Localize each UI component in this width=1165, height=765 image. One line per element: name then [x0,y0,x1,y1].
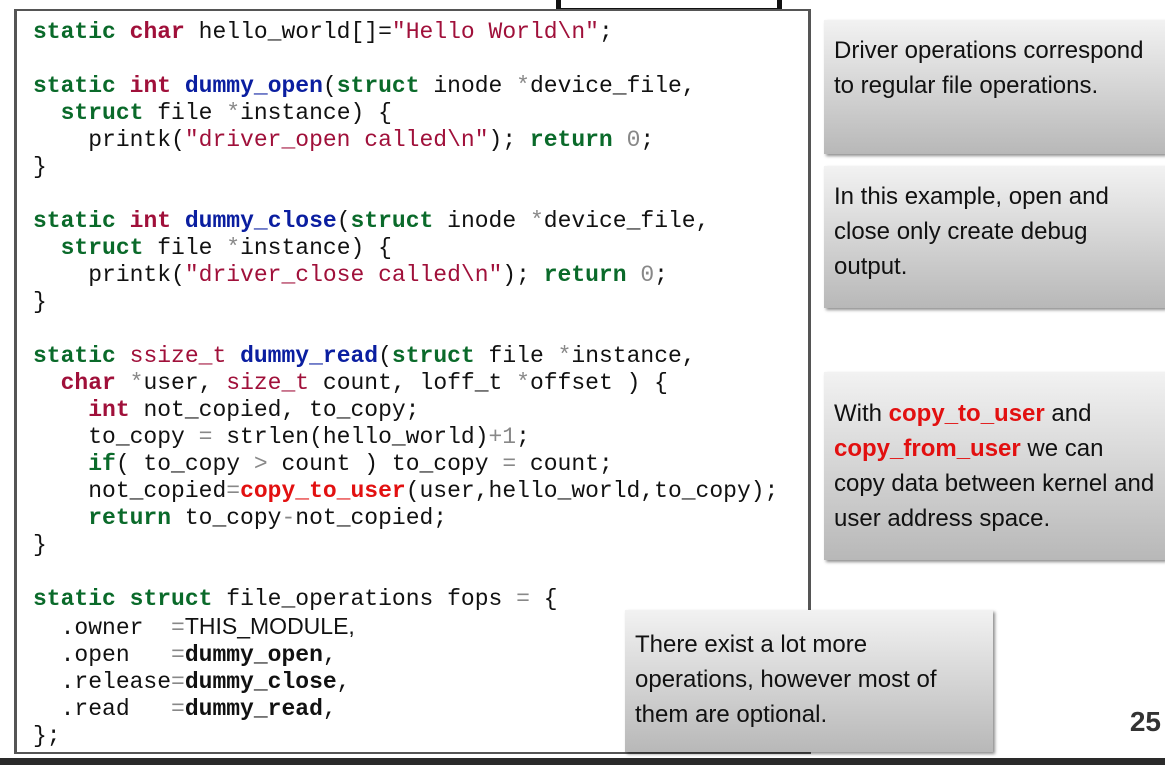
code-line: struct file *instance) { [60,100,392,126]
note-driver-operations: Driver operations correspond to regular … [824,20,1165,154]
code-line: static char hello_world[]="Hello World\n… [33,19,613,45]
note-text: In this example, open and close only cre… [834,183,1109,280]
copy-from-user-highlight: copy_from_user [834,435,1021,462]
copy-to-user-highlight: copy_to_user [888,400,1045,427]
note-text: With [834,400,889,427]
note-text: and [1044,400,1092,427]
code-line: }; [33,723,61,749]
note-optional-operations: There exist a lot more operations, howev… [625,610,993,752]
code-line: int not_copied, to_copy; [88,397,420,423]
code-line: .release=dummy_close, [60,669,351,695]
code-line: } [33,532,47,558]
code-line: struct file *instance) { [60,235,392,261]
code-line: to_copy = strlen(hello_world)+1; [88,424,530,450]
code-line: .read =dummy_read, [60,696,337,722]
code-line: static int dummy_close(struct inode *dev… [33,208,710,234]
note-text: Driver operations correspond to regular … [834,37,1144,99]
code-line: not_copied=copy_to_user(user,hello_world… [88,478,779,504]
note-text: There exist a lot more operations, howev… [635,631,937,728]
code-line: char *user, size_t count, loff_t *offset… [60,370,668,396]
code-line: static struct file_operations fops = { [33,586,558,612]
code-line: printk("driver_close called\n"); return … [88,262,668,288]
code-line: } [33,154,47,180]
bottom-bar [0,758,1165,765]
page-number: 25 [1129,706,1161,737]
note-debug-output: In this example, open and close only cre… [824,166,1165,308]
code-line: static int dummy_open(struct inode *devi… [33,73,696,99]
code-line: .open =dummy_open, [60,642,337,668]
code-line: static ssize_t dummy_read(struct file *i… [33,343,696,369]
code-line: printk("driver_open called\n"); return 0… [88,127,655,153]
code-line: return to_copy-not_copied; [88,505,448,531]
note-copy-functions: With copy_to_user and copy_from_user we … [824,372,1165,560]
code-line: } [33,289,47,315]
code-line: if( to_copy > count ) to_copy = count; [88,451,613,477]
code-line: .owner =THIS_MODULE, [60,613,355,641]
